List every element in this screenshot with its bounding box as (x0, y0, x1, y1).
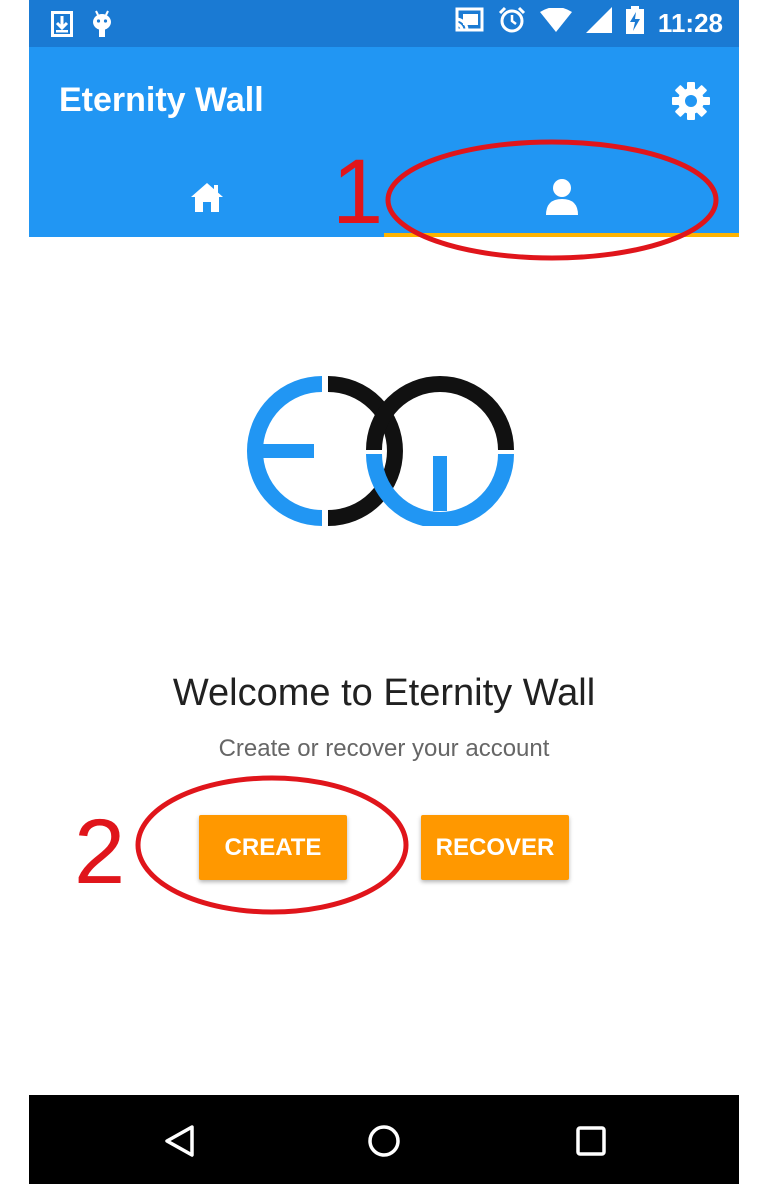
tab-home[interactable] (29, 157, 384, 237)
cast-icon (454, 7, 484, 40)
tab-account[interactable] (384, 157, 739, 237)
right-margin (739, 0, 768, 1184)
alarm-icon (498, 6, 526, 41)
home-circle-icon (368, 1125, 400, 1157)
back-icon (165, 1125, 194, 1157)
home-nav-button[interactable] (362, 1119, 406, 1163)
welcome-subtitle: Create or recover your account (218, 735, 550, 762)
back-button[interactable] (157, 1119, 201, 1163)
recents-icon (576, 1126, 606, 1156)
wifi-icon (539, 7, 572, 39)
person-icon (545, 179, 578, 215)
welcome-title: Welcome to Eternity Wall (172, 672, 596, 714)
gear-icon (672, 82, 710, 120)
recents-button[interactable] (569, 1119, 613, 1163)
create-button[interactable]: CREATE (199, 815, 347, 880)
left-margin (0, 0, 29, 1184)
download-icon (51, 11, 73, 42)
android-icon (91, 10, 113, 43)
signal-icon (585, 7, 612, 40)
status-time: 11:28 (657, 8, 723, 38)
settings-button[interactable] (671, 81, 711, 121)
annotation-label-1: 1 (332, 141, 384, 243)
eternity-wall-logo (244, 376, 524, 528)
app-title: Eternity Wall (59, 81, 264, 119)
app-bar: Eternity Wall (29, 47, 739, 237)
status-bar: 11:28 (29, 0, 739, 47)
home-icon (190, 183, 223, 212)
annotation-label-2: 2 (74, 801, 126, 903)
battery-charging-icon (625, 6, 644, 41)
recover-button[interactable]: RECOVER (421, 815, 569, 880)
tab-indicator (384, 233, 739, 237)
nav-bar (29, 1095, 739, 1184)
